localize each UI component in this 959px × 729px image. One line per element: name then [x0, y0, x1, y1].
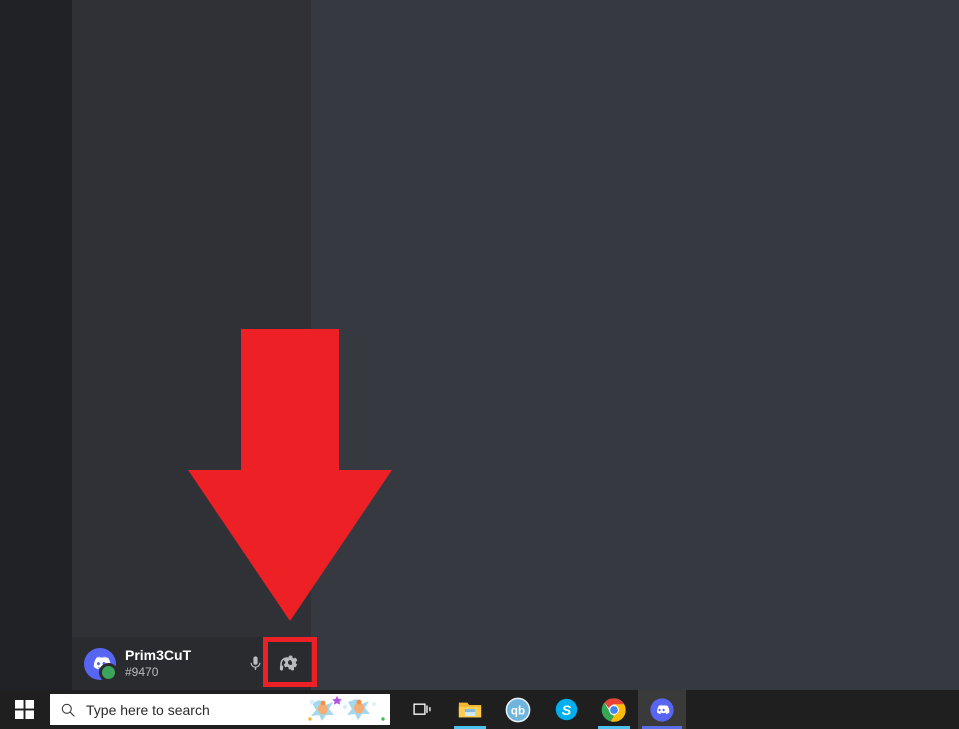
search-icon: [61, 703, 75, 717]
start-button[interactable]: [0, 690, 48, 729]
search-input[interactable]: Type here to search: [86, 702, 304, 718]
task-view-icon: [413, 703, 431, 715]
discord-icon: [650, 697, 674, 722]
file-explorer-button[interactable]: [446, 690, 494, 729]
qbittorrent-icon: qb: [505, 697, 531, 722]
task-view-button[interactable]: [398, 690, 446, 729]
chrome-button[interactable]: [590, 690, 638, 729]
channel-sidebar[interactable]: [72, 0, 311, 690]
svg-text:qb: qb: [511, 704, 525, 717]
server-list-rail[interactable]: [0, 0, 72, 690]
file-explorer-icon: [458, 702, 482, 717]
discord-button[interactable]: [638, 690, 686, 729]
chat-content-area[interactable]: [311, 0, 959, 690]
windows-taskbar: Type here to search qb S: [0, 690, 959, 729]
search-box[interactable]: Type here to search: [50, 694, 390, 725]
status-badge-online: [99, 662, 118, 682]
user-panel: Prim3CuT #9470: [72, 637, 317, 690]
user-discriminator-label: #9470: [125, 664, 159, 679]
user-identity: Prim3CuT #9470: [125, 648, 239, 679]
username-label: Prim3CuT: [125, 648, 192, 664]
bing-daily-illustration-icon: [304, 694, 390, 725]
gear-icon: [283, 655, 297, 669]
user-settings-button[interactable]: [263, 637, 317, 687]
microphone-icon: [250, 656, 260, 670]
svg-text:S: S: [561, 703, 571, 719]
qbittorrent-button[interactable]: qb: [494, 690, 542, 729]
avatar[interactable]: [84, 647, 118, 682]
skype-icon: S: [555, 698, 577, 721]
chrome-icon: [601, 697, 626, 722]
screen: Prim3CuT #9470 Type here to search qb S: [0, 0, 959, 729]
discord-window: Prim3CuT #9470: [0, 0, 959, 690]
windows-logo-icon: [14, 700, 34, 719]
skype-button[interactable]: S: [542, 690, 590, 729]
search-icon-wrap: [50, 702, 86, 718]
taskbar-items: qb S: [398, 690, 686, 729]
